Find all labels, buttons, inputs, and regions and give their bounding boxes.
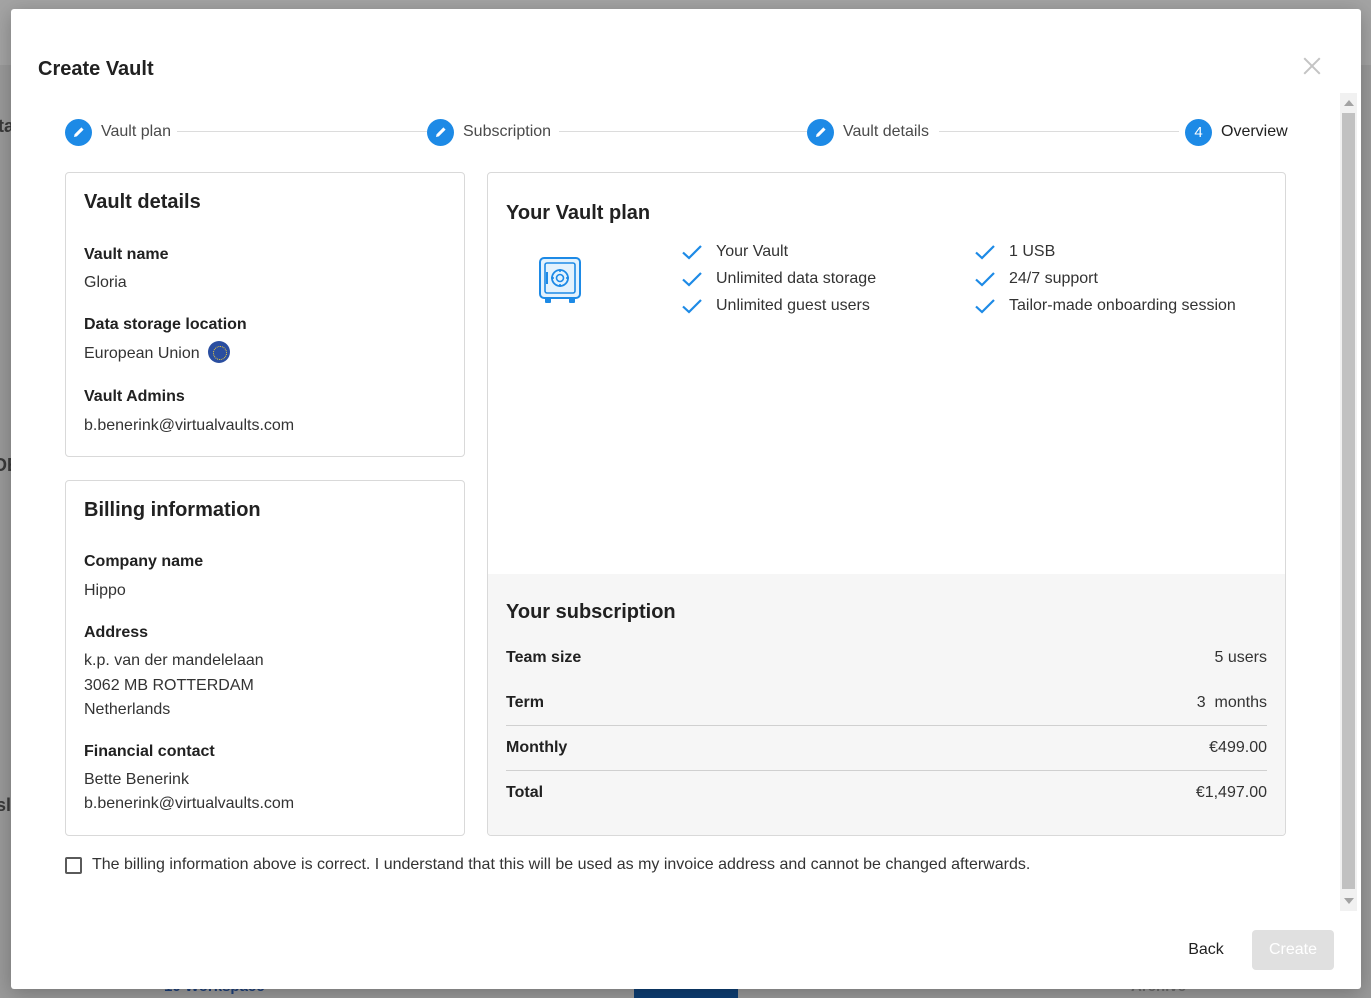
vault-name-value: Gloria: [84, 274, 127, 291]
financial-contact-name: Bette Benerink: [84, 771, 189, 788]
create-vault-dialog: Create Vault Vault plan Subscription Vau…: [11, 9, 1361, 989]
feature-label: Tailor-made onboarding session: [1009, 297, 1236, 314]
feature-item: Unlimited data storage: [681, 270, 876, 288]
step-connector: [939, 131, 1179, 132]
step-connector: [559, 131, 809, 132]
check-icon: [682, 299, 702, 314]
step-overview: 4 Overview: [1185, 117, 1288, 147]
monthly-label: Monthly: [506, 739, 568, 756]
financial-contact-label: Financial contact: [84, 743, 215, 760]
address-line-3: Netherlands: [84, 701, 171, 718]
step-label: Overview: [1221, 123, 1288, 140]
card-title: Billing information: [84, 499, 261, 521]
scrollbar-thumb[interactable]: [1342, 113, 1355, 889]
vault-name-label: Vault name: [84, 246, 169, 263]
card-title: Vault details: [84, 191, 201, 213]
scroll-up-icon[interactable]: [1344, 100, 1354, 106]
total-value: €1,497.00: [1195, 784, 1267, 801]
step-subscription[interactable]: Subscription: [427, 117, 552, 147]
subscription-title: Your subscription: [506, 601, 676, 623]
feature-label: Unlimited guest users: [716, 297, 870, 314]
team-size-row: Team size 5 users: [506, 636, 1267, 680]
check-icon: [682, 272, 702, 287]
admins-value: b.benerink@virtualvaults.com: [84, 417, 295, 434]
pencil-icon: [807, 118, 834, 146]
feature-label: Unlimited data storage: [716, 270, 877, 287]
step-vault-plan[interactable]: Vault plan: [65, 117, 171, 147]
location-label: Data storage location: [84, 316, 247, 333]
card-title: Your Vault plan: [506, 202, 651, 224]
company-value: Hippo: [84, 582, 126, 599]
address-line-1: k.p. van der mandelelaan: [84, 652, 264, 669]
monthly-value: €499.00: [1209, 739, 1267, 756]
billing-confirm-text: The billing information above is correct…: [92, 856, 1031, 873]
scroll-down-icon[interactable]: [1344, 898, 1354, 904]
step-label: Vault details: [843, 123, 929, 140]
pencil-icon: [427, 118, 454, 146]
feature-label: Your Vault: [716, 243, 789, 260]
dialog-title: Create Vault: [38, 58, 154, 80]
step-label: Vault plan: [101, 123, 171, 140]
location-text: European Union: [84, 345, 200, 362]
financial-contact-email: b.benerink@virtualvaults.com: [84, 795, 295, 812]
feature-item: 24/7 support: [974, 270, 1098, 288]
vault-plan-card: Your Vault plan Your Vault Unlimited dat…: [487, 172, 1286, 836]
total-row: Total €1,497.00: [506, 771, 1267, 815]
billing-card: Billing information Company name Hippo A…: [65, 480, 465, 836]
check-icon: [975, 245, 995, 260]
feature-label: 24/7 support: [1009, 270, 1098, 287]
term-label: Term: [506, 694, 544, 711]
step-number: 4: [1185, 118, 1212, 146]
close-icon[interactable]: [1299, 53, 1325, 79]
admins-label: Vault Admins: [84, 388, 185, 405]
check-icon: [975, 299, 995, 314]
feature-item: Tailor-made onboarding session: [974, 297, 1236, 315]
pencil-icon: [65, 118, 92, 146]
term-row: Term 3 months: [506, 681, 1267, 725]
step-vault-details[interactable]: Vault details: [807, 117, 929, 147]
stepper: Vault plan Subscription Vault details 4 …: [65, 117, 1288, 147]
feature-label: 1 USB: [1009, 243, 1056, 260]
eu-flag-icon: [207, 340, 230, 363]
total-label: Total: [506, 784, 544, 801]
vault-details-card: Vault details Vault name Gloria Data sto…: [65, 172, 465, 457]
location-value: European Union: [84, 340, 230, 366]
scrollbar[interactable]: [1340, 93, 1357, 911]
team-size-label: Team size: [506, 649, 582, 666]
back-button[interactable]: Back: [1174, 930, 1238, 970]
billing-confirmation: The billing information above is correct…: [65, 856, 1030, 874]
step-label: Subscription: [463, 123, 552, 140]
address-label: Address: [84, 624, 149, 641]
feature-item: 1 USB: [974, 243, 1055, 261]
feature-item: Unlimited guest users: [681, 297, 870, 315]
address-line-2: 3062 MB ROTTERDAM: [84, 677, 254, 694]
feature-item: Your Vault: [681, 243, 788, 261]
billing-confirm-checkbox[interactable]: [65, 856, 82, 874]
monthly-row: Monthly €499.00: [506, 726, 1267, 770]
term-value: 3 months: [1196, 694, 1267, 711]
company-label: Company name: [84, 553, 204, 570]
team-size-value: 5 users: [1214, 649, 1267, 666]
background-bar: [634, 988, 738, 998]
vault-safe-icon: [538, 256, 582, 306]
create-button[interactable]: Create: [1252, 930, 1334, 970]
subscription-section: Your subscription Team size 5 users Term…: [488, 574, 1285, 835]
check-icon: [682, 245, 702, 260]
check-icon: [975, 272, 995, 287]
step-connector: [177, 131, 427, 132]
